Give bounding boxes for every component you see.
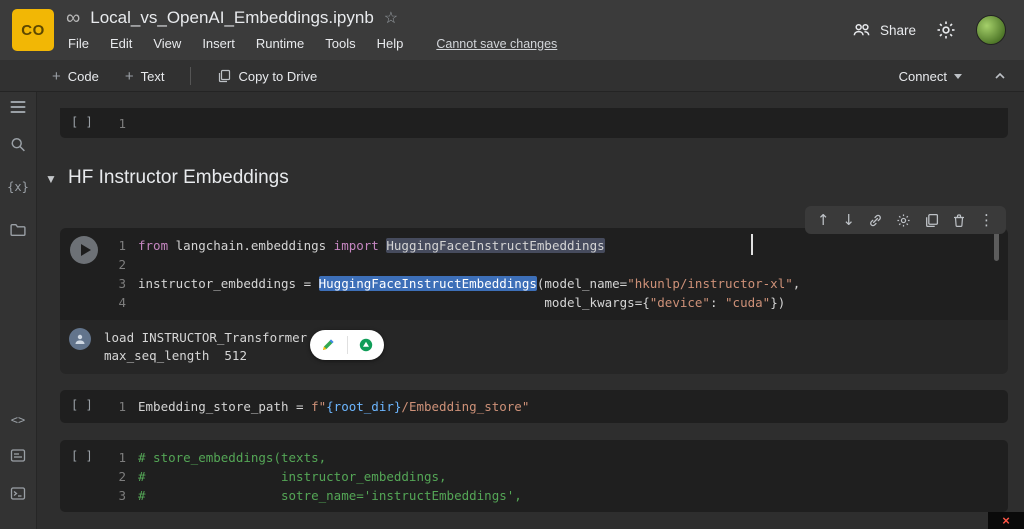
cell-scrollbar-thumb[interactable] xyxy=(994,231,999,261)
collapse-header-chevron-up-icon[interactable] xyxy=(992,68,1008,84)
code-cell-instructor[interactable]: 1from langchain.embeddings import Huggin… xyxy=(60,228,1008,320)
save-status-link[interactable]: Cannot save changes xyxy=(436,37,557,51)
mirror-cell-icon[interactable] xyxy=(924,213,939,228)
output-line: max_seq_length 512 xyxy=(104,347,307,365)
code-cell-store-embeddings[interactable]: [ ] 1# store_embeddings(texts,2# instruc… xyxy=(60,440,1008,512)
output-text: load INSTRUCTOR_Transformer max_seq_leng… xyxy=(104,329,307,365)
notebook-toolbar: + Code + Text Copy to Drive Connect xyxy=(0,60,1024,92)
output-line: load INSTRUCTOR_Transformer xyxy=(104,329,307,347)
code-editor[interactable]: 1# store_embeddings(texts,2# instructor_… xyxy=(106,448,994,505)
menu-bar: File Edit View Insert Runtime Tools Help… xyxy=(68,36,557,51)
add-text-button[interactable]: + Text xyxy=(125,69,165,84)
chevron-down-icon xyxy=(954,74,962,79)
code-cell-store-path[interactable]: [ ] 1Embedding_store_path = f"{root_dir}… xyxy=(60,390,1008,423)
code-editor[interactable]: 1from langchain.embeddings import Huggin… xyxy=(106,236,994,312)
table-of-contents-icon[interactable] xyxy=(11,98,26,116)
cell-prompt: [ ] xyxy=(71,449,93,463)
plus-icon: + xyxy=(125,69,134,84)
copy-to-drive-label: Copy to Drive xyxy=(238,69,317,84)
menu-help[interactable]: Help xyxy=(377,36,404,51)
plus-icon: + xyxy=(52,69,61,84)
star-icon[interactable]: ☆ xyxy=(384,8,398,28)
green-circle-icon xyxy=(358,337,374,353)
share-people-icon xyxy=(852,22,872,38)
share-button[interactable]: Share xyxy=(852,22,916,38)
menu-view[interactable]: View xyxy=(153,36,181,51)
move-cell-up-icon[interactable]: ↑ xyxy=(817,213,830,228)
code-snippets-icon[interactable]: <> xyxy=(11,413,25,427)
cell-prompt: [ ] xyxy=(71,398,93,412)
move-cell-down-icon[interactable]: ↓ xyxy=(842,213,855,228)
close-icon[interactable]: × xyxy=(1002,514,1010,527)
files-folder-icon[interactable] xyxy=(10,222,27,237)
section-collapse-icon[interactable]: ▼ xyxy=(45,172,57,186)
colorful-pen-icon xyxy=(320,337,336,353)
code-cell-partial[interactable]: [ ] 1 xyxy=(60,108,1008,138)
notebook-title[interactable]: Local_vs_OpenAI_Embeddings.ipynb xyxy=(90,8,374,28)
toolbar-divider xyxy=(190,67,191,85)
more-actions-icon[interactable]: ⋮ xyxy=(979,213,994,228)
colab-window: CO ∞ Local_vs_OpenAI_Embeddings.ipynb ☆ … xyxy=(0,0,1024,529)
corner-strip: × xyxy=(988,512,1024,529)
command-palette-icon[interactable] xyxy=(10,448,26,463)
menu-edit[interactable]: Edit xyxy=(110,36,132,51)
left-sidebar-rail: {x} <> xyxy=(0,92,37,529)
menu-file[interactable]: File xyxy=(68,36,89,51)
cell-output-area: load INSTRUCTOR_Transformer max_seq_leng… xyxy=(60,320,1008,374)
header: CO ∞ Local_vs_OpenAI_Embeddings.ipynb ☆ … xyxy=(0,0,1024,60)
executed-by-avatar xyxy=(69,328,91,350)
text-cursor xyxy=(751,234,753,255)
link-icon[interactable] xyxy=(868,213,883,228)
add-code-button[interactable]: + Code xyxy=(52,69,99,84)
code-editor[interactable]: 1Embedding_store_path = f"{root_dir}/Emb… xyxy=(106,397,994,416)
colab-logo[interactable]: CO xyxy=(12,9,54,51)
settings-gear-icon[interactable] xyxy=(936,20,956,40)
connect-button[interactable]: Connect xyxy=(899,69,962,84)
popup-pen-button[interactable] xyxy=(310,330,347,360)
section-title[interactable]: HF Instructor Embeddings xyxy=(68,167,289,189)
toolbar-left: + Code + Text Copy to Drive xyxy=(52,60,317,92)
cell-toolbar: ↑ ↓ ⋮ xyxy=(805,206,1006,234)
run-cell-button[interactable] xyxy=(70,236,98,264)
person-icon xyxy=(74,333,86,345)
notebook-icon: ∞ xyxy=(66,8,80,28)
connect-label: Connect xyxy=(899,69,947,84)
search-icon[interactable] xyxy=(10,136,27,153)
menu-runtime[interactable]: Runtime xyxy=(256,36,304,51)
toolbar-right: Connect xyxy=(899,60,1008,92)
title-row: ∞ Local_vs_OpenAI_Embeddings.ipynb ☆ xyxy=(66,5,398,31)
user-avatar[interactable] xyxy=(976,15,1006,45)
menu-tools[interactable]: Tools xyxy=(325,36,355,51)
add-code-label: Code xyxy=(68,69,99,84)
cell-prompt: [ ] xyxy=(71,115,93,129)
variables-icon[interactable]: {x} xyxy=(7,180,29,194)
play-icon xyxy=(81,244,91,256)
cell-settings-gear-icon[interactable] xyxy=(896,213,911,228)
terminal-icon[interactable] xyxy=(10,486,26,501)
add-text-label: Text xyxy=(141,69,165,84)
delete-cell-trash-icon[interactable] xyxy=(952,213,966,228)
copy-to-drive-button[interactable]: Copy to Drive xyxy=(217,69,317,84)
code-editor[interactable]: 1 xyxy=(106,114,994,133)
header-right: Share xyxy=(852,15,1006,45)
share-label: Share xyxy=(880,23,916,38)
menu-insert[interactable]: Insert xyxy=(202,36,235,51)
popup-circle-button[interactable] xyxy=(347,330,384,360)
copy-icon xyxy=(217,69,231,83)
colab-logo-text: CO xyxy=(21,22,45,39)
inline-popup xyxy=(310,330,384,360)
